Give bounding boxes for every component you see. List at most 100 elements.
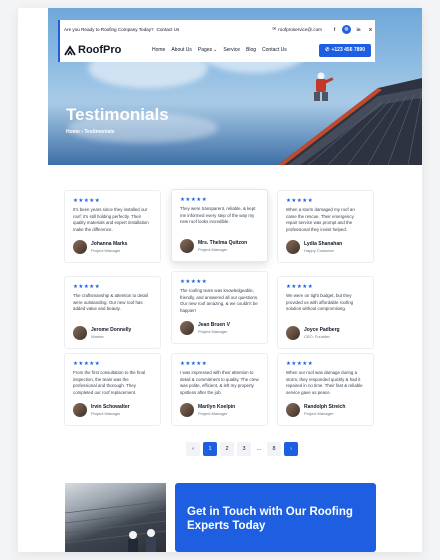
phone-number: +123 456 7890: [331, 47, 365, 53]
testimonial-quote: The craftsmanship & attention to detail …: [73, 293, 148, 311]
reviewer-name: Randolph Streich: [304, 404, 346, 410]
testimonial-card: ★★★★★ The craftsmanship & attention to d…: [64, 276, 161, 349]
chevron-down-icon: ⌄: [213, 47, 218, 53]
reviewer: Marilyn Koelpin Project Manager: [180, 403, 235, 417]
page: Are you Ready to Roofing Company Today? …: [18, 8, 422, 552]
testimonial-quote: When a storm damaged my roof an came the…: [286, 207, 355, 232]
reviewer: Joyce Padberg CEO, Founder: [286, 326, 340, 340]
pagination: ‹ 1 2 3 ... 8 ›: [186, 442, 298, 456]
reviewer: Lydia Shanahan Happy Customer: [286, 240, 342, 254]
reviewer: Jean Bruen V Project Manager: [180, 321, 230, 335]
star-rating: ★★★★★: [286, 198, 314, 204]
star-rating: ★★★★★: [73, 284, 101, 290]
roofers-photo: [65, 483, 166, 552]
avatar: [286, 240, 300, 254]
breadcrumb-home[interactable]: Home: [66, 129, 80, 135]
star-rating: ★★★★★: [180, 197, 208, 203]
pagination-page-3[interactable]: 3: [237, 442, 251, 456]
reviewer-role: Project Manager: [91, 248, 121, 253]
star-rating: ★★★★★: [73, 361, 101, 367]
nav-about[interactable]: About Us: [171, 47, 192, 53]
top-info-bar: Are you Ready to Roofing Company Today? …: [58, 20, 375, 38]
testimonial-card: ★★★★★ They were transparent, reliable, &…: [171, 189, 268, 262]
social-links: f ◎ in X: [330, 24, 375, 34]
reviewer-role: CEO, Founder: [304, 334, 330, 339]
testimonial-card: ★★★★★ It's been years since they install…: [64, 190, 161, 263]
reviewer-name: Jean Bruen V: [198, 322, 230, 328]
phone-button[interactable]: ✆ +123 456 7890: [319, 43, 371, 57]
roof-logo-icon: [64, 44, 76, 55]
reviewer-name: Lydia Shanahan: [304, 241, 343, 247]
pagination-next-button[interactable]: ›: [284, 442, 298, 456]
tagline: Are you Ready to Roofing Company Today?: [64, 26, 154, 32]
reviewer: Mrs. Thelma Quitzon Project Manager: [180, 239, 247, 253]
mail-icon: ✉: [272, 26, 277, 31]
reviewer-role: Project Manager: [198, 329, 228, 334]
reviewer-role: Project Manager: [198, 411, 228, 416]
testimonial-quote: They were transparent, reliable, & kept …: [180, 206, 256, 224]
breadcrumb-separator: ›: [81, 129, 83, 135]
star-rating: ★★★★★: [73, 198, 101, 204]
instagram-icon[interactable]: ◎: [342, 24, 351, 34]
testimonial-card: ★★★★★ We were on tight budget, but they …: [277, 276, 374, 349]
reviewer-role: Worker: [91, 334, 104, 339]
avatar: [73, 403, 87, 417]
reviewer-name: Marilyn Koelpin: [198, 404, 236, 410]
testimonial-quote: I was impressed with their attention to …: [180, 370, 259, 395]
testimonial-quote: We were on tight budget, but they provid…: [286, 293, 354, 311]
star-rating: ★★★★★: [180, 279, 208, 285]
contact-cta: Get in Touch with Our Roofing Experts To…: [175, 483, 376, 552]
pagination-ellipsis: ...: [256, 446, 262, 452]
phone-icon: ✆: [325, 47, 330, 53]
reviewer-name: Johanna Marks: [91, 241, 128, 247]
testimonial-card: ★★★★★ From the first consultation to the…: [64, 353, 161, 426]
testimonial-quote: When our roof was damage during a storm,…: [286, 370, 363, 395]
main-navbar: RoofPro Home About Us Pages ⌄ Service Bl…: [58, 38, 375, 62]
testimonial-card: ★★★★★ When a storm damaged my roof an ca…: [277, 190, 374, 263]
avatar: [73, 326, 87, 340]
nav-home[interactable]: Home: [152, 47, 165, 53]
reviewer-role: Project Manager: [304, 411, 334, 416]
avatar: [180, 403, 194, 417]
avatar: [286, 403, 300, 417]
nav-contact[interactable]: Contact Us: [262, 47, 287, 53]
testimonial-card: ★★★★★ The roofing team was knowledgeable…: [171, 271, 268, 344]
nav-blog[interactable]: Blog: [246, 47, 256, 53]
avatar: [73, 240, 87, 254]
avatar: [180, 321, 194, 335]
reviewer-role: Project Manager: [91, 411, 121, 416]
brand-logo[interactable]: RoofPro: [64, 44, 152, 56]
reviewer: Irvin Schowalter Project Manager: [73, 403, 130, 417]
testimonial-quote: From the first consultation to the final…: [73, 370, 145, 395]
testimonial-quote: It's been years since they installed our…: [73, 207, 149, 232]
reviewer-role: Happy Customer: [304, 248, 335, 253]
email-text: roofproservice@.com: [278, 26, 322, 32]
facebook-icon[interactable]: f: [330, 25, 339, 34]
pagination-page-2[interactable]: 2: [220, 442, 234, 456]
nav-service[interactable]: Service: [223, 47, 240, 53]
roofer-figure: [314, 72, 334, 101]
top-email[interactable]: ✉ roofproservice@.com: [272, 26, 322, 32]
reviewer-name: Mrs. Thelma Quitzon: [198, 240, 248, 246]
x-twitter-icon[interactable]: X: [366, 25, 375, 34]
reviewer: Randolph Streich Project Manager: [286, 403, 345, 417]
breadcrumb-current: Testimonials: [84, 129, 115, 135]
nav-pages[interactable]: Pages ⌄: [198, 47, 217, 53]
linkedin-icon[interactable]: in: [354, 25, 363, 34]
pagination-prev-button[interactable]: ‹: [186, 442, 200, 456]
nav-menu: Home About Us Pages ⌄ Service Blog Conta…: [152, 47, 319, 53]
avatar: [286, 326, 300, 340]
pagination-page-1[interactable]: 1: [203, 442, 217, 456]
star-rating: ★★★★★: [286, 284, 314, 290]
top-contact-link[interactable]: Contact Us: [157, 27, 180, 32]
pagination-page-last[interactable]: 8: [267, 442, 281, 456]
cta-title: Get in Touch with Our Roofing Experts To…: [187, 506, 353, 532]
reviewer-name: Irvin Schowalter: [91, 404, 130, 410]
brand-name: RoofPro: [78, 44, 122, 56]
testimonial-quote: The roofing team was knowledgeable, frie…: [180, 288, 259, 313]
star-rating: ★★★★★: [286, 361, 314, 367]
nav-pages-label: Pages: [197, 47, 213, 53]
breadcrumb: Home › Testimonials: [66, 129, 115, 135]
reviewer: Johanna Marks Project Manager: [73, 240, 127, 254]
star-rating: ★★★★★: [180, 361, 208, 367]
